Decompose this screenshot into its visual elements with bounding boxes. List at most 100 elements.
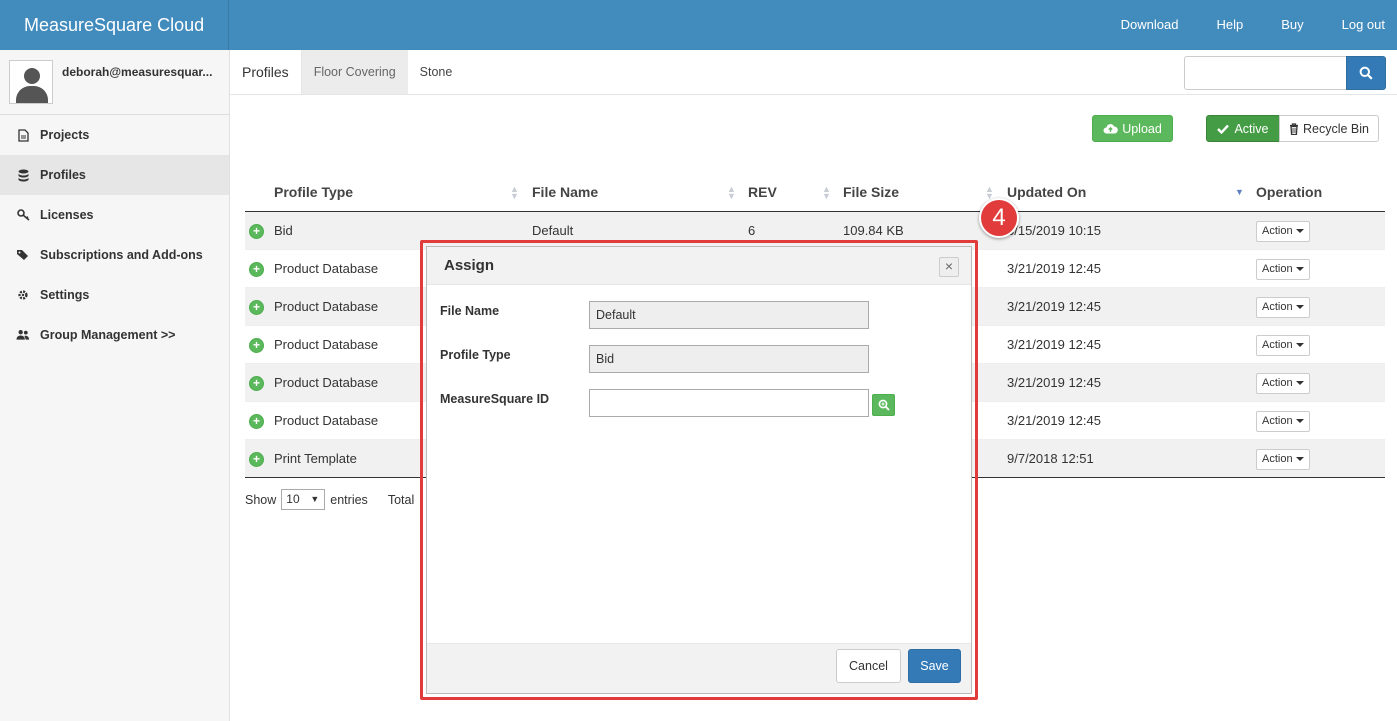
action-dropdown[interactable]: Action (1256, 449, 1310, 470)
search-input[interactable] (1184, 56, 1346, 90)
entries-label: entries (330, 492, 368, 507)
cloud-upload-icon (1103, 124, 1118, 134)
expand-icon[interactable]: + (249, 338, 264, 353)
action-dropdown[interactable]: Action (1256, 411, 1310, 432)
sidebar-item-label: Licenses (40, 208, 94, 222)
active-label: Active (1234, 121, 1269, 136)
help-link[interactable]: Help (1192, 0, 1257, 50)
sidebar-item-projects[interactable]: Projects (0, 115, 229, 155)
total-label: Total (387, 492, 415, 507)
caret-down-icon (1295, 267, 1304, 272)
expand-icon[interactable]: + (249, 224, 264, 239)
profile-type-field[interactable]: Bid (589, 345, 869, 373)
sidebar-item-label: Profiles (40, 168, 86, 182)
lookup-button[interactable] (872, 394, 895, 416)
search-button[interactable] (1346, 56, 1386, 90)
sidebar-item-settings[interactable]: Settings (0, 275, 229, 315)
assign-dialog: Assign × File Name Default Profile Type … (426, 246, 972, 694)
sort-icon[interactable]: ▲ ▼ (822, 185, 831, 201)
sort-icon[interactable]: ▲ ▼ (727, 185, 736, 201)
col-updated-on[interactable]: Updated On (1007, 175, 1086, 209)
check-icon (1217, 124, 1230, 134)
table-footer: Show 10 ▼ entries Total (245, 489, 414, 510)
close-icon[interactable]: × (939, 257, 959, 277)
cell-updated-on: 3/21/2019 12:45 (1007, 413, 1101, 428)
database-icon (16, 168, 30, 182)
sidebar-item-label: Settings (40, 288, 90, 302)
measuresquare-id-label: MeasureSquare ID (440, 392, 550, 406)
step-badge: 4 (979, 198, 1019, 238)
expand-icon[interactable]: + (249, 452, 264, 467)
caret-down-icon (1295, 457, 1304, 462)
search-icon (1359, 66, 1373, 80)
action-label: Action (1262, 377, 1293, 389)
user-email[interactable]: deborah@measuresquar... (62, 65, 212, 79)
caret-down-icon (1295, 305, 1304, 310)
action-dropdown[interactable]: Action (1256, 335, 1310, 356)
expand-icon[interactable]: + (249, 300, 264, 315)
active-button[interactable]: Active (1206, 115, 1280, 142)
tab-floor-covering[interactable]: Floor Covering (301, 50, 408, 94)
col-operation: Operation (1256, 184, 1323, 200)
upload-button[interactable]: Upload (1092, 115, 1173, 142)
action-dropdown[interactable]: Action (1256, 297, 1310, 318)
gear-icon (16, 288, 30, 302)
users-icon (16, 328, 30, 342)
top-nav: Download Help Buy Log out (1097, 0, 1397, 50)
sidebar-item-profiles[interactable]: Profiles (0, 155, 229, 195)
sidebar-item-label: Group Management >> (40, 328, 176, 342)
sidebar-item-subscriptions[interactable]: Subscriptions and Add-ons (0, 235, 229, 275)
col-file-size[interactable]: File Size (843, 175, 899, 209)
measuresquare-id-field[interactable] (589, 389, 869, 417)
col-profile-type[interactable]: Profile Type (274, 175, 353, 209)
logout-link[interactable]: Log out (1318, 0, 1397, 50)
sort-desc-icon[interactable]: ▼ (1235, 188, 1244, 197)
recycle-bin-button[interactable]: Recycle Bin (1279, 115, 1379, 142)
file-name-field[interactable]: Default (589, 301, 869, 329)
sort-icon[interactable]: ▲ ▼ (510, 185, 519, 201)
avatar-torso (16, 86, 48, 103)
tags-icon (16, 248, 30, 262)
tab-stone[interactable]: Stone (408, 50, 465, 94)
col-rev[interactable]: REV (748, 175, 777, 209)
cell-updated-on: 3/21/2019 12:45 (1007, 299, 1101, 314)
sidebar-item-licenses[interactable]: Licenses (0, 195, 229, 235)
file-icon (16, 128, 30, 142)
cell-profile-type: Product Database (274, 413, 379, 428)
action-dropdown[interactable]: Action (1256, 221, 1310, 242)
expand-icon[interactable]: + (249, 414, 264, 429)
avatar[interactable] (9, 60, 53, 104)
action-label: Action (1262, 415, 1293, 427)
dialog-header: Assign × (427, 247, 971, 285)
expand-icon[interactable]: + (249, 376, 264, 391)
col-file-name[interactable]: File Name (532, 175, 598, 209)
download-link[interactable]: Download (1097, 0, 1193, 50)
table-header: Profile Type ▲ ▼ File Name ▲ ▼ REV ▲ ▼ File… (245, 175, 1385, 212)
top-header: MeasureSquare Cloud Download Help Buy Lo… (0, 0, 1397, 50)
show-label: Show (245, 492, 277, 507)
trash-icon (1290, 122, 1298, 135)
cancel-button[interactable]: Cancel (836, 649, 901, 683)
brand-logo[interactable]: MeasureSquare Cloud (0, 0, 229, 50)
entries-value: 10 (286, 492, 300, 506)
save-button[interactable]: Save (908, 649, 961, 683)
recycle-label: Recycle Bin (1303, 121, 1369, 136)
sidebar-item-group-management[interactable]: Group Management >> (0, 315, 229, 355)
action-label: Action (1262, 339, 1293, 351)
search-bar (1184, 56, 1386, 90)
file-name-label: File Name (440, 304, 500, 318)
cell-updated-on: 3/21/2019 12:45 (1007, 261, 1101, 276)
cell-updated-on: 3/21/2019 12:45 (1007, 375, 1101, 390)
caret-down-icon (1295, 343, 1304, 348)
cell-updated-on: 3/21/2019 12:45 (1007, 337, 1101, 352)
action-dropdown[interactable]: Action (1256, 373, 1310, 394)
cell-profile-type: Product Database (274, 299, 379, 314)
entries-select[interactable]: 10 ▼ (281, 489, 326, 510)
buy-link[interactable]: Buy (1257, 0, 1317, 50)
chevron-down-icon: ▼ (310, 494, 320, 504)
expand-icon[interactable]: + (249, 262, 264, 277)
action-dropdown[interactable]: Action (1256, 259, 1310, 280)
sidebar-item-label: Projects (40, 128, 90, 142)
zoom-search-icon (878, 399, 890, 411)
sidebar-item-label: Subscriptions and Add-ons (40, 248, 203, 262)
